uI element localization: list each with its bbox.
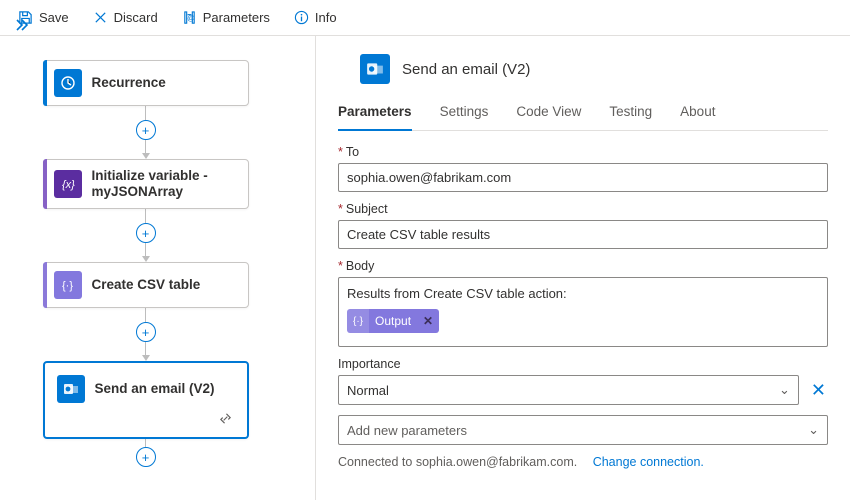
to-input[interactable]: sophia.owen@fabrikam.com: [338, 163, 828, 192]
add-step-button[interactable]: +: [136, 120, 156, 140]
chevron-down-icon: ⌄: [779, 382, 790, 398]
panel-tabs: Parameters Settings Code View Testing Ab…: [338, 98, 828, 131]
info-button[interactable]: Info: [284, 6, 347, 29]
tab-settings[interactable]: Settings: [440, 98, 489, 130]
importance-select[interactable]: Normal ⌄: [338, 375, 799, 405]
remove-token-icon[interactable]: ✕: [419, 314, 433, 328]
step-label: Recurrence: [92, 75, 166, 91]
step-label: Send an email (V2): [95, 381, 215, 397]
svg-text:@: @: [187, 13, 195, 22]
info-icon: [294, 10, 309, 25]
tab-parameters[interactable]: Parameters: [338, 98, 412, 131]
chevron-down-icon: ⌄: [808, 422, 819, 438]
discard-button[interactable]: Discard: [83, 6, 168, 29]
clear-importance-button[interactable]: ✕: [809, 378, 828, 403]
subject-input[interactable]: Create CSV table results: [338, 220, 828, 249]
recurrence-icon: [54, 69, 82, 97]
discard-label: Discard: [114, 10, 158, 25]
svg-text:{·}: {·}: [62, 280, 73, 292]
outlook-icon: [360, 54, 390, 84]
step-create-csv-table[interactable]: {·} Create CSV table: [43, 262, 249, 308]
step-send-email[interactable]: Send an email (V2): [43, 361, 249, 439]
step-recurrence[interactable]: Recurrence: [43, 60, 249, 106]
toolbar: Save Discard @ Parameters Info: [0, 0, 850, 36]
parameters-icon: @: [182, 10, 197, 25]
step-initialize-variable[interactable]: {x} Initialize variable - myJSONArray: [43, 159, 249, 209]
body-input[interactable]: Results from Create CSV table action: {·…: [338, 277, 828, 347]
change-connection-link[interactable]: Change connection.: [593, 455, 704, 469]
panel-title: Send an email (V2): [402, 61, 530, 78]
output-token[interactable]: {·} Output ✕: [347, 309, 439, 333]
variable-icon: {x}: [54, 170, 82, 198]
workflow-canvas: Recurrence + {x} Initialize variable - m…: [0, 36, 315, 500]
discard-icon: [93, 10, 108, 25]
add-step-button[interactable]: +: [136, 223, 156, 243]
svg-text:{x}: {x}: [62, 179, 75, 191]
add-parameters-select[interactable]: Add new parameters ⌄: [338, 415, 828, 445]
properties-panel: Send an email (V2) Parameters Settings C…: [315, 36, 850, 500]
tab-testing[interactable]: Testing: [609, 98, 652, 130]
importance-label: Importance: [338, 357, 828, 371]
subject-label: *Subject: [338, 202, 828, 216]
add-step-button[interactable]: +: [136, 322, 156, 342]
add-step-button[interactable]: +: [136, 447, 156, 467]
tab-codeview[interactable]: Code View: [516, 98, 581, 130]
parameters-button[interactable]: @ Parameters: [172, 6, 280, 29]
connection-icon[interactable]: [218, 411, 233, 429]
to-label: *To: [338, 145, 828, 159]
save-label: Save: [39, 10, 69, 25]
body-label: *Body: [338, 259, 828, 273]
token-icon: {·}: [347, 309, 369, 333]
body-text: Results from Create CSV table action:: [347, 286, 819, 301]
step-label: Initialize variable - myJSONArray: [92, 168, 238, 200]
connection-footer: Connected to sophia.owen@fabrikam.com. C…: [338, 455, 828, 469]
parameters-label: Parameters: [203, 10, 270, 25]
step-label: Create CSV table: [92, 277, 201, 293]
info-label: Info: [315, 10, 337, 25]
tab-about[interactable]: About: [680, 98, 715, 130]
data-operation-icon: {·}: [54, 271, 82, 299]
outlook-icon: [57, 375, 85, 403]
